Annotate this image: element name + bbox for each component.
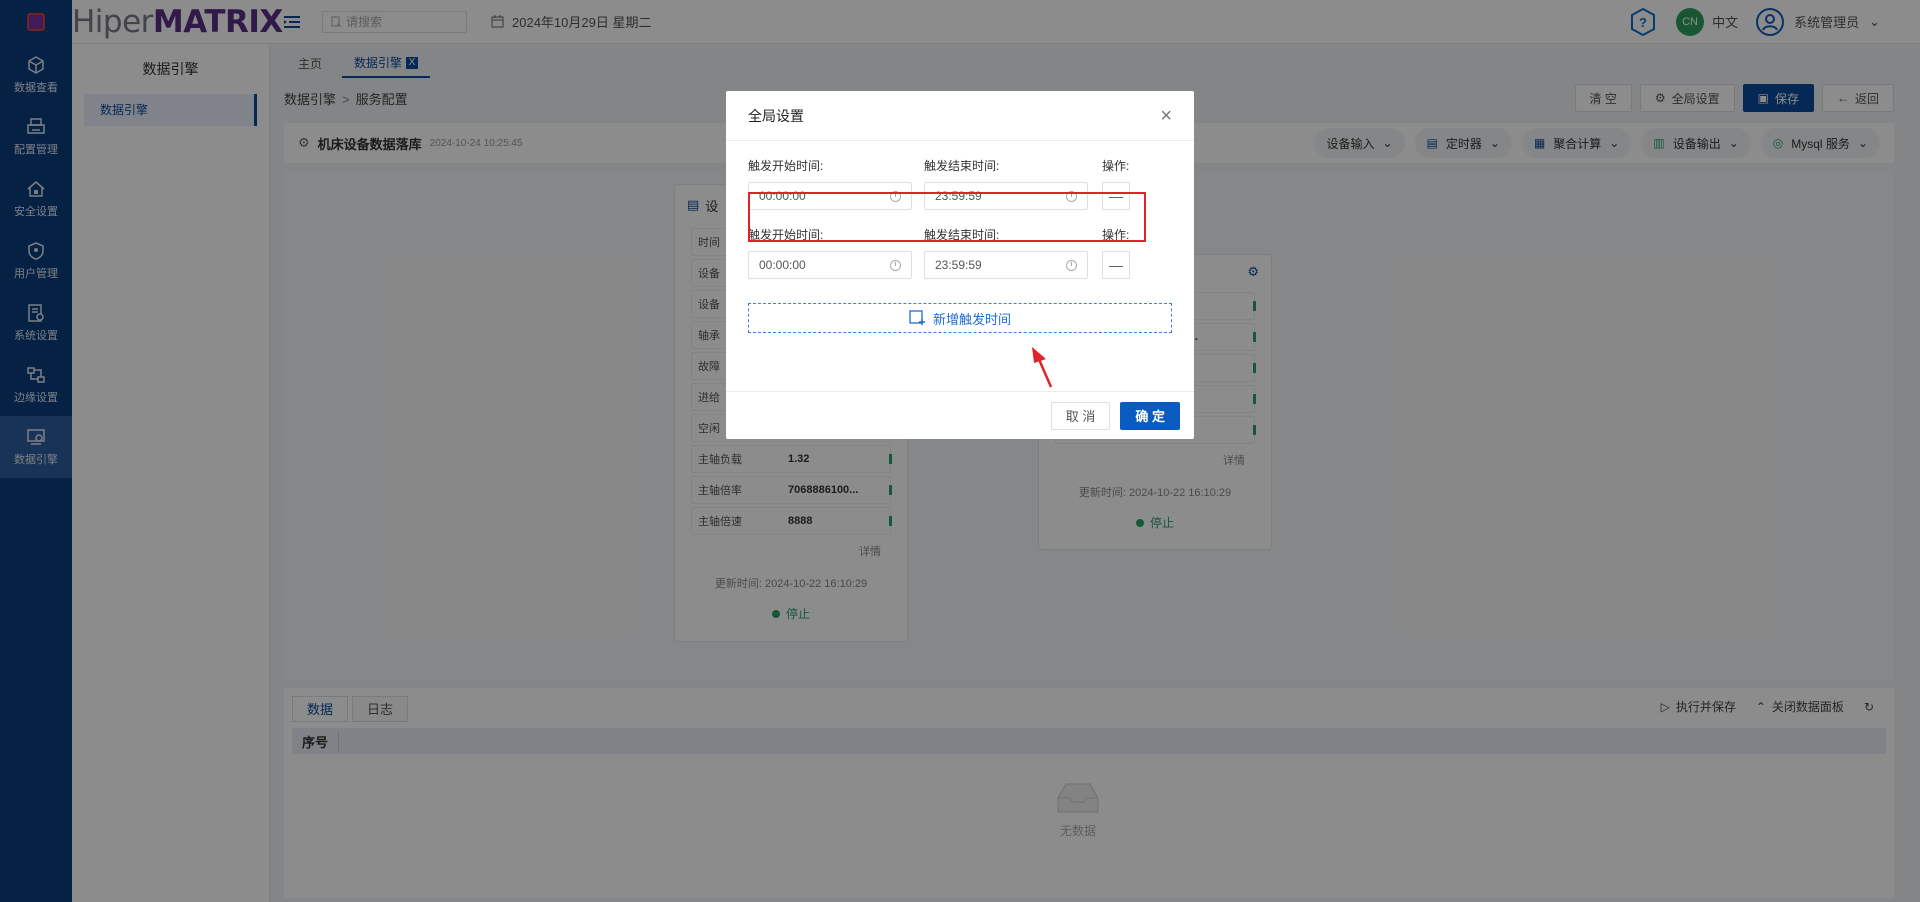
start-time-value: 00:00:00	[759, 258, 806, 272]
ok-button[interactable]: 确 定	[1120, 401, 1180, 430]
global-settings-dialog: 全局设置 × 触发开始时间: 触发结束时间: 操作: 00:00:00 23:5…	[726, 91, 1194, 439]
end-time-label: 触发结束时间:	[924, 159, 1000, 173]
highlight-box	[748, 192, 1146, 242]
add-trigger-label: 新增触发时间	[932, 311, 1011, 327]
operation-label: 操作:	[1102, 159, 1130, 173]
start-time-input[interactable]: 00:00:00	[748, 251, 912, 279]
add-icon	[909, 310, 925, 325]
clock-icon	[890, 259, 901, 271]
end-time-value: 23:59:59	[935, 258, 982, 272]
end-time-input[interactable]: 23:59:59	[924, 251, 1088, 279]
add-trigger-time-button[interactable]: 新增触发时间	[748, 303, 1172, 333]
clock-icon	[1066, 259, 1077, 271]
annotation-arrow-icon	[1032, 347, 1053, 388]
dialog-title: 全局设置	[748, 107, 804, 124]
remove-row-button[interactable]: —	[1102, 251, 1130, 279]
close-icon[interactable]: ×	[1160, 106, 1172, 126]
cancel-button[interactable]: 取 消	[1050, 401, 1111, 430]
start-time-label: 触发开始时间:	[748, 159, 824, 173]
